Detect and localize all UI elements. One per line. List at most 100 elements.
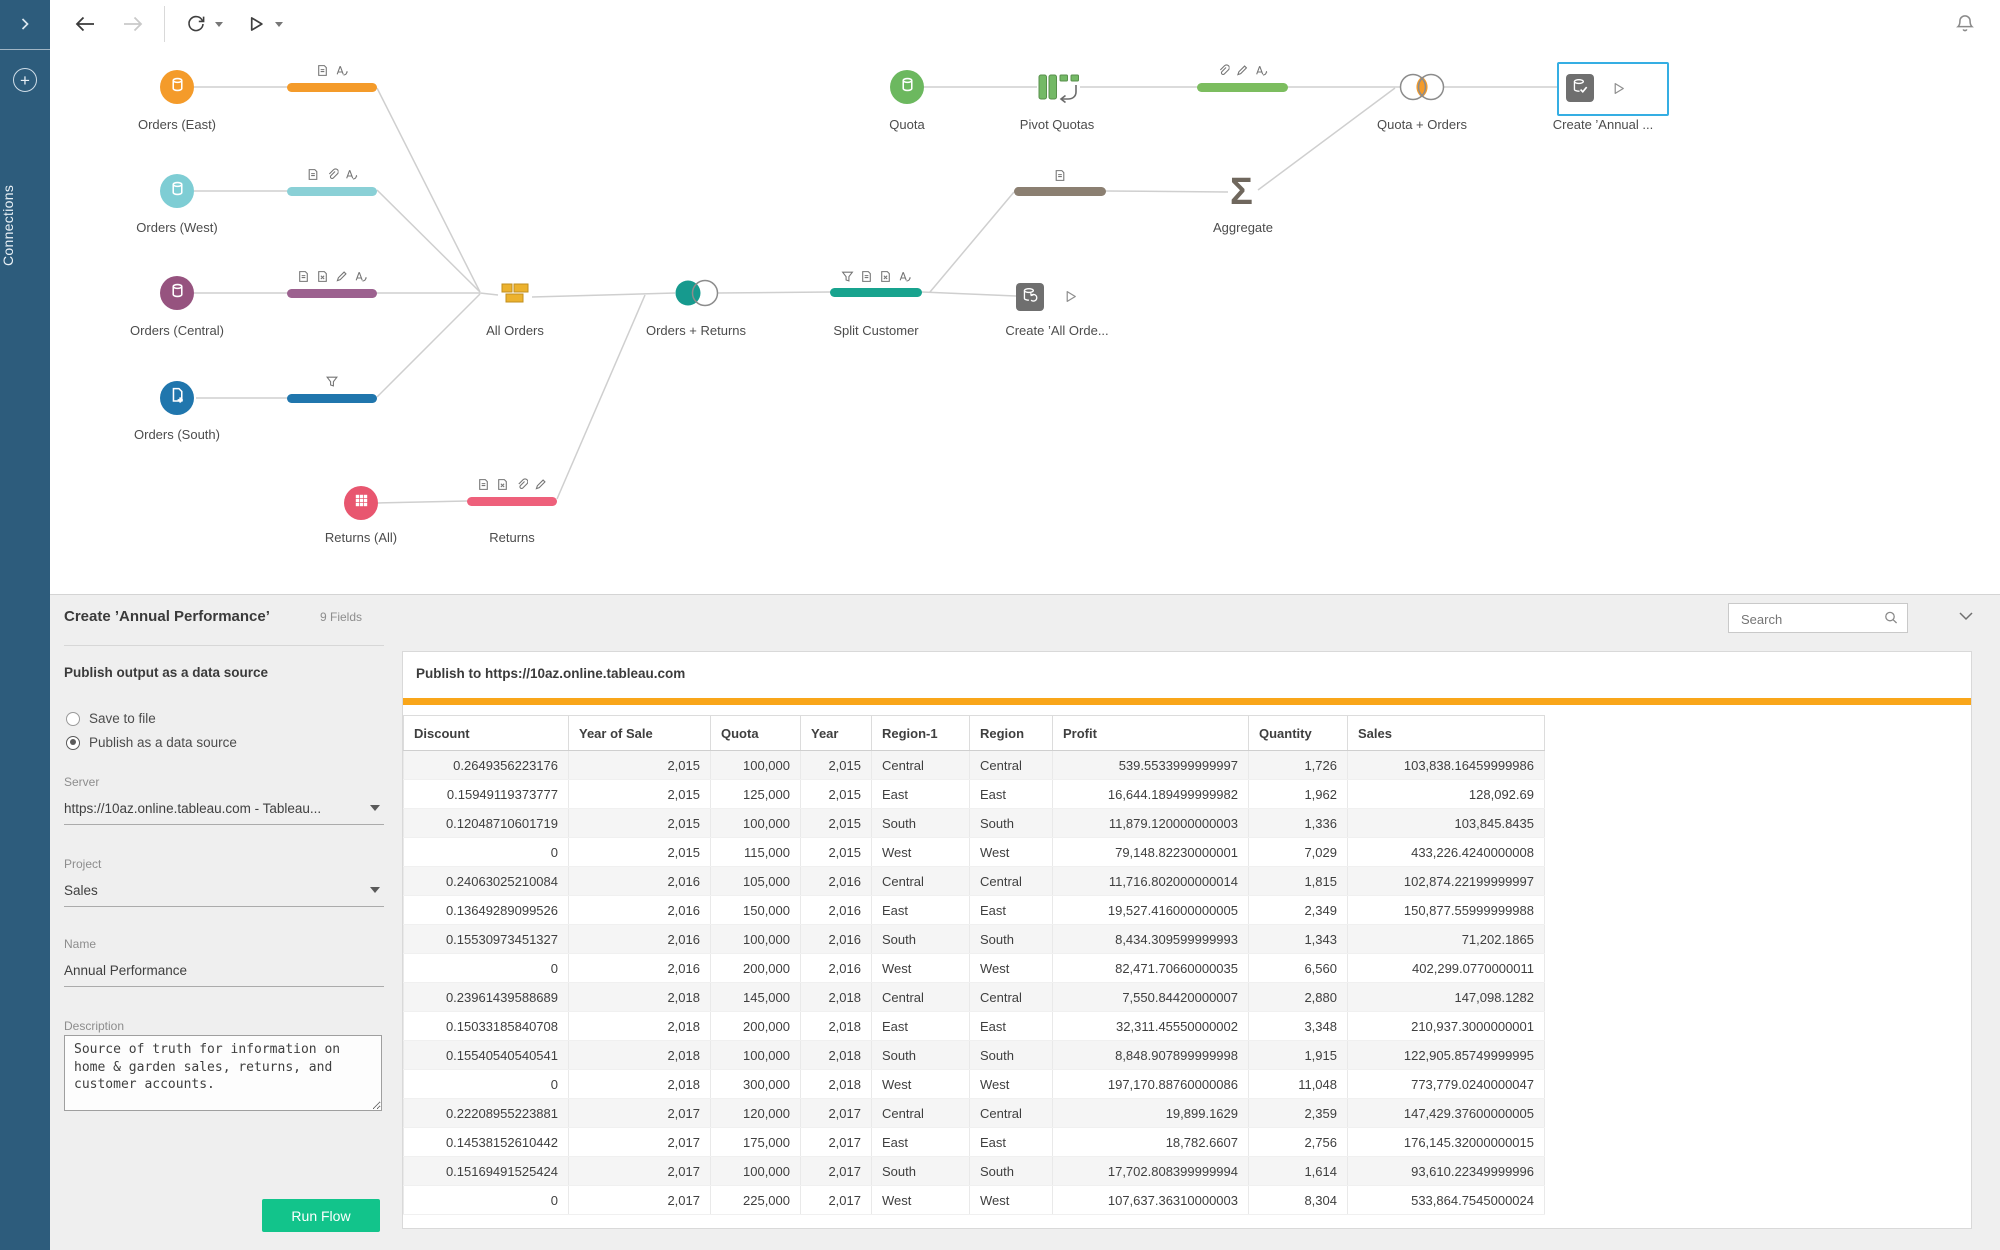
step-bar-orders-central[interactable] bbox=[287, 288, 377, 298]
refresh-button[interactable] bbox=[179, 7, 213, 41]
output-step-icon-box[interactable] bbox=[1566, 74, 1594, 102]
forward-button[interactable] bbox=[116, 7, 150, 41]
filter-icon[interactable] bbox=[841, 270, 854, 283]
doc-icon[interactable] bbox=[860, 270, 873, 283]
column-header[interactable]: Sales bbox=[1347, 715, 1545, 751]
step-bar-clean[interactable] bbox=[1014, 187, 1106, 196]
doc-icon[interactable] bbox=[297, 270, 310, 283]
table-cell: 539.5533999999997 bbox=[1052, 750, 1249, 780]
filter-icon[interactable] bbox=[326, 375, 339, 388]
step-bar-split-customer[interactable] bbox=[830, 288, 922, 297]
remove-field-icon[interactable] bbox=[496, 478, 509, 491]
run-flow-toolbar-button[interactable] bbox=[239, 7, 273, 41]
table-row[interactable]: 0.15949119373777 2,015 125,000 2,015 East Eas… bbox=[403, 779, 1545, 809]
flow-node-returns-all[interactable] bbox=[344, 486, 378, 520]
table-row[interactable]: 0.23961439588689 2,018 145,000 2,018 Central… bbox=[403, 982, 1545, 1012]
flow-canvas[interactable]: Σ Orders (East) Orders (West) Orders (Ce… bbox=[50, 48, 2000, 594]
search-input[interactable] bbox=[1739, 605, 1883, 633]
rename-icon[interactable] bbox=[354, 270, 367, 283]
table-row[interactable]: 0.2649356223176 2,015 100,000 2,015 Central C… bbox=[403, 750, 1545, 780]
refresh-dropdown-caret[interactable] bbox=[215, 21, 223, 27]
table-row[interactable]: 0.24063025210084 2,016 105,000 2,016 Central… bbox=[403, 866, 1545, 896]
column-header[interactable]: Profit bbox=[1052, 715, 1249, 751]
server-select[interactable]: https://10az.online.tableau.com - Tablea… bbox=[64, 801, 384, 816]
collapse-pane-button[interactable] bbox=[1958, 608, 1974, 626]
step-bar-orders-south[interactable] bbox=[287, 393, 377, 403]
sidebar-expand-button[interactable] bbox=[0, 0, 50, 48]
flow-node-orders-central[interactable] bbox=[160, 276, 194, 310]
remove-field-icon[interactable] bbox=[879, 270, 892, 283]
column-header[interactable]: Discount bbox=[403, 715, 569, 751]
publish-preview-card: Publish to https://10az.online.tableau.c… bbox=[402, 651, 1972, 1229]
rename-icon[interactable] bbox=[335, 64, 348, 77]
table-row[interactable]: 0.22208955223881 2,017 120,000 2,017 Central… bbox=[403, 1098, 1545, 1128]
radio-publish-datasource[interactable]: Publish as a data source bbox=[66, 735, 237, 750]
flow-node-create-annual-output[interactable] bbox=[1557, 62, 1669, 116]
table-cell: 0.22208955223881 bbox=[403, 1098, 569, 1128]
run-output-button[interactable] bbox=[1611, 81, 1626, 96]
flow-node-orders-west[interactable] bbox=[160, 174, 194, 208]
run-dropdown-caret[interactable] bbox=[275, 21, 283, 27]
table-row[interactable]: 0.15169491525424 2,017 100,000 2,017 South So… bbox=[403, 1156, 1545, 1186]
project-select[interactable]: Sales bbox=[64, 883, 384, 898]
step-bar-orders-east[interactable] bbox=[287, 82, 377, 92]
name-input[interactable]: Annual Performance bbox=[64, 963, 384, 978]
doc-icon[interactable] bbox=[307, 168, 320, 181]
flow-node-aggregate[interactable]: Σ bbox=[1230, 173, 1253, 211]
step-bar-quota-clean[interactable] bbox=[1197, 82, 1288, 92]
column-header[interactable]: Quota bbox=[710, 715, 801, 751]
pencil-icon[interactable] bbox=[534, 478, 547, 491]
step-bar-orders-west[interactable] bbox=[287, 186, 377, 196]
description-textarea[interactable]: Source of truth for information on home … bbox=[64, 1035, 382, 1111]
column-header[interactable]: Region-1 bbox=[871, 715, 970, 751]
add-connection-button[interactable]: + bbox=[13, 68, 37, 92]
table-row[interactable]: 0 2,016 200,000 2,016 West West 82,471.7066000… bbox=[403, 953, 1545, 983]
table-row[interactable]: 0.13649289099526 2,016 150,000 2,016 East Eas… bbox=[403, 895, 1545, 925]
back-button[interactable] bbox=[68, 7, 102, 41]
table-row[interactable]: 0.12048710601719 2,015 100,000 2,015 South So… bbox=[403, 808, 1545, 838]
run-flow-button[interactable]: Run Flow bbox=[262, 1199, 380, 1232]
column-header[interactable]: Year of Sale bbox=[568, 715, 711, 751]
flow-node-all-orders[interactable] bbox=[498, 281, 532, 314]
column-header[interactable]: Year bbox=[800, 715, 872, 751]
table-row[interactable]: 0 2,018 300,000 2,018 West West 197,170.887600… bbox=[403, 1069, 1545, 1099]
flow-node-pivot-quotas[interactable] bbox=[1037, 73, 1081, 110]
pencil-icon[interactable] bbox=[1236, 64, 1249, 77]
radio-save-to-file[interactable]: Save to file bbox=[66, 711, 156, 726]
table-row[interactable]: 0.15540540540541 2,018 100,000 2,018 South So… bbox=[403, 1040, 1545, 1070]
rename-icon[interactable] bbox=[898, 270, 911, 283]
refresh-icon bbox=[188, 15, 205, 32]
doc-icon[interactable] bbox=[477, 478, 490, 491]
flow-node-quota-orders-join[interactable] bbox=[1398, 72, 1446, 107]
table-row[interactable]: 0.14538152610442 2,017 175,000 2,017 East Eas… bbox=[403, 1127, 1545, 1157]
table-row[interactable]: 0.15033185840708 2,018 200,000 2,018 East Eas… bbox=[403, 1011, 1545, 1041]
remove-field-icon[interactable] bbox=[316, 270, 329, 283]
flow-node-quota[interactable] bbox=[890, 70, 924, 104]
column-header[interactable]: Region bbox=[969, 715, 1053, 751]
node-label: Split Customer bbox=[833, 323, 919, 338]
table-row[interactable]: 0.15530973451327 2,016 100,000 2,016 South So… bbox=[403, 924, 1545, 954]
table-cell: 0.15530973451327 bbox=[403, 924, 569, 954]
run-output-button[interactable] bbox=[1063, 289, 1078, 304]
notifications-button[interactable] bbox=[1948, 7, 1982, 41]
doc-icon[interactable] bbox=[316, 64, 329, 77]
paperclip-icon[interactable] bbox=[326, 168, 339, 181]
rename-icon[interactable] bbox=[345, 168, 358, 181]
table-cell: West bbox=[871, 1185, 970, 1215]
rename-icon[interactable] bbox=[1255, 64, 1268, 77]
flow-node-orders-returns-join[interactable] bbox=[673, 278, 720, 313]
table-row[interactable]: 0 2,017 225,000 2,017 West West 107,637.363100… bbox=[403, 1185, 1545, 1215]
flow-node-orders-south[interactable] bbox=[160, 381, 194, 415]
table-cell: 1,915 bbox=[1248, 1040, 1348, 1070]
table-cell: Central bbox=[969, 750, 1053, 780]
flow-node-create-all-orders-output[interactable] bbox=[1016, 283, 1044, 311]
pencil-icon[interactable] bbox=[335, 270, 348, 283]
table-cell: 145,000 bbox=[710, 982, 801, 1012]
step-bar-returns[interactable] bbox=[467, 496, 557, 506]
table-row[interactable]: 0 2,015 115,000 2,015 West West 79,148.8223000… bbox=[403, 837, 1545, 867]
paperclip-icon[interactable] bbox=[515, 478, 529, 491]
paperclip-icon[interactable] bbox=[1217, 64, 1230, 77]
doc-icon[interactable] bbox=[1054, 169, 1067, 182]
column-header[interactable]: Quantity bbox=[1248, 715, 1348, 751]
flow-node-orders-east[interactable] bbox=[160, 70, 194, 104]
